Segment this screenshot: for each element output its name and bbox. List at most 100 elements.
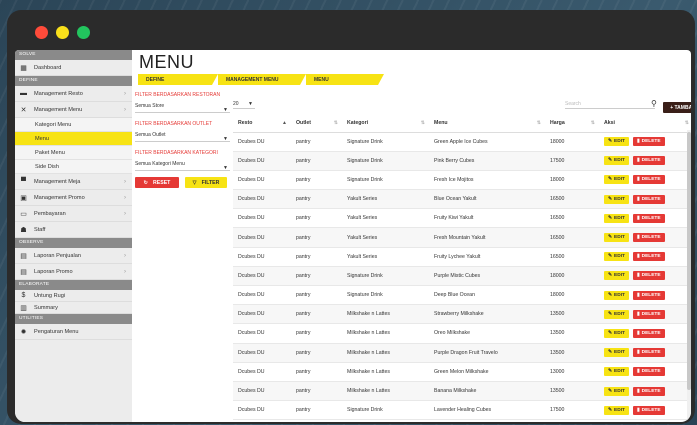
- filter-outlet-select[interactable]: Semua Outlet ▼: [135, 129, 230, 142]
- delete-button[interactable]: ▮ DELETE: [632, 175, 665, 185]
- filter-button[interactable]: ▽ FILTER: [185, 177, 227, 188]
- page-size-select[interactable]: 20 ▼: [233, 99, 255, 109]
- delete-button[interactable]: ▮ DELETE: [632, 213, 665, 223]
- table-header-row: Resto ▲ Outlet ⇅ Kategori ⇅ Menu ⇅ Harga ⇅ Ak…: [233, 115, 691, 133]
- edit-button[interactable]: ✎ EDIT: [604, 252, 629, 262]
- edit-button[interactable]: ✎ EDIT: [604, 233, 629, 243]
- edit-button[interactable]: ✎ EDIT: [604, 328, 629, 338]
- cell-harga: 16500: [545, 227, 599, 248]
- sidebar-item-label: Untung Rugi: [34, 292, 66, 299]
- search-input[interactable]: Search: [565, 99, 655, 109]
- cell-menu: Lavender Healing Cubes: [429, 400, 545, 421]
- edit-button[interactable]: ✎ EDIT: [604, 194, 629, 204]
- sidebar-item-untung-rugi[interactable]: $ Untung Rugi: [15, 290, 132, 302]
- sidebar-subitem-side-dish[interactable]: Side Dish: [15, 160, 132, 174]
- breadcrumb-management-menu[interactable]: MANAGEMENT MENU: [218, 74, 306, 85]
- sidebar-subitem-paket-menu[interactable]: Paket Menu: [15, 146, 132, 160]
- sidebar-item-dashboard[interactable]: ▦ Dashboard: [15, 60, 132, 76]
- delete-button[interactable]: ▮ DELETE: [632, 405, 665, 415]
- reset-button[interactable]: ↻ RESET: [135, 177, 179, 188]
- table-row: Dcubes DU pantry Yakult Series Blue Ocean Y…: [233, 189, 691, 210]
- cell-kategori: Milkshake n Lattes: [342, 323, 429, 344]
- sidebar-item-management-menu[interactable]: ✕ Management Menu ›: [15, 102, 132, 118]
- cell-harga: 13500: [545, 304, 599, 325]
- promo-icon: ▣: [20, 194, 27, 202]
- delete-button[interactable]: ▮ DELETE: [632, 367, 665, 377]
- sidebar-item-summary[interactable]: ▥ Summary: [15, 302, 132, 314]
- column-header-resto[interactable]: Resto ▲: [233, 115, 291, 133]
- add-button[interactable]: + TAMBAH: [663, 102, 691, 113]
- sidebar-item-pengaturan-menu[interactable]: ✹ Pengaturan Menu: [15, 324, 132, 340]
- edit-button[interactable]: ✎ EDIT: [604, 386, 629, 396]
- trash-icon: ▮: [636, 254, 640, 260]
- column-header-outlet[interactable]: Outlet ⇅: [291, 115, 342, 133]
- delete-button[interactable]: ▮ DELETE: [632, 137, 665, 147]
- delete-button[interactable]: ▮ DELETE: [632, 309, 665, 319]
- scrollbar[interactable]: [687, 130, 691, 420]
- delete-button[interactable]: ▮ DELETE: [632, 328, 665, 338]
- search-icon[interactable]: ⚲: [651, 99, 657, 108]
- column-header-harga[interactable]: Harga ⇅: [545, 115, 599, 133]
- close-dot[interactable]: [35, 26, 48, 39]
- cell-aksi: ✎ EDIT ▮ DELETE: [599, 247, 691, 267]
- filter-kategori-select[interactable]: Semua Kategori Menu ▼: [135, 158, 230, 171]
- breadcrumb-define[interactable]: DEFINE: [138, 74, 218, 85]
- sidebar-item-pembayaran[interactable]: ▭ Pembayaran ›: [15, 206, 132, 222]
- scrollbar-thumb[interactable]: [687, 132, 691, 390]
- edit-button[interactable]: ✎ EDIT: [604, 271, 629, 281]
- column-header-kategori[interactable]: Kategori ⇅: [342, 115, 429, 133]
- pencil-icon: ✎: [608, 235, 613, 241]
- sidebar-item-label: Management Promo: [34, 194, 85, 201]
- edit-button[interactable]: ✎ EDIT: [604, 290, 629, 300]
- sidebar-subitem-menu[interactable]: Menu: [15, 132, 132, 146]
- sidebar-item-laporan-penjualan[interactable]: ▤ Laporan Penjualan ›: [15, 248, 132, 264]
- sidebar-item-management-meja[interactable]: ▀ Management Meja ›: [15, 174, 132, 190]
- edit-button[interactable]: ✎ EDIT: [604, 309, 629, 319]
- edit-button[interactable]: ✎ EDIT: [604, 175, 629, 185]
- minimize-dot[interactable]: [56, 26, 69, 39]
- cell-menu: Purple Dragon Fruit Travelo: [429, 343, 545, 363]
- column-header-label: Resto: [238, 120, 253, 127]
- caret-down-icon: ▼: [223, 107, 228, 113]
- breadcrumb-menu: MENU: [306, 74, 384, 85]
- delete-button[interactable]: ▮ DELETE: [632, 252, 665, 262]
- sidebar: SOLVE ▦ Dashboard DEFINE ▬ Management Re…: [15, 50, 132, 422]
- delete-button[interactable]: ▮ DELETE: [632, 271, 665, 281]
- sidebar-item-management-resto[interactable]: ▬ Management Resto ›: [15, 86, 132, 102]
- sidebar-item-laporan-promo[interactable]: ▤ Laporan Promo ›: [15, 264, 132, 280]
- edit-button[interactable]: ✎ EDIT: [604, 137, 629, 147]
- edit-button[interactable]: ✎ EDIT: [604, 405, 629, 415]
- trash-icon: ▮: [636, 330, 640, 336]
- column-header-menu[interactable]: Menu ⇅: [429, 115, 545, 133]
- edit-button[interactable]: ✎ EDIT: [604, 156, 629, 166]
- cell-resto: Dcubes DU: [233, 247, 291, 267]
- maximize-dot[interactable]: [77, 26, 90, 39]
- delete-button[interactable]: ▮ DELETE: [632, 348, 665, 358]
- sidebar-item-staff[interactable]: ☗ Staff: [15, 222, 132, 238]
- edit-label: EDIT: [614, 254, 625, 260]
- filter-resto-select[interactable]: Semua Store ▼: [135, 100, 230, 113]
- cell-outlet: pantry: [291, 285, 342, 306]
- edit-button[interactable]: ✎ EDIT: [604, 348, 629, 358]
- delete-button[interactable]: ▮ DELETE: [632, 386, 665, 396]
- sidebar-item-management-promo[interactable]: ▣ Management Promo ›: [15, 190, 132, 206]
- delete-label: DELETE: [641, 235, 661, 241]
- delete-label: DELETE: [641, 139, 661, 145]
- cell-outlet: pantry: [291, 400, 342, 421]
- chart-icon: ▥: [20, 304, 27, 312]
- table-row: Dcubes DU pantry Yakult Series Fruity Lyche…: [233, 247, 691, 267]
- cell-aksi: ✎ EDIT ▮ DELETE: [599, 400, 691, 421]
- edit-button[interactable]: ✎ EDIT: [604, 213, 629, 223]
- delete-button[interactable]: ▮ DELETE: [632, 194, 665, 204]
- delete-button[interactable]: ▮ DELETE: [632, 233, 665, 243]
- delete-button[interactable]: ▮ DELETE: [632, 290, 665, 300]
- page-size-value: 20: [233, 101, 239, 107]
- delete-button[interactable]: ▮ DELETE: [632, 156, 665, 166]
- cell-harga: 18000: [545, 285, 599, 306]
- edit-label: EDIT: [614, 139, 625, 145]
- sidebar-item-label: Management Resto: [34, 90, 83, 97]
- delete-label: DELETE: [641, 215, 661, 221]
- edit-button[interactable]: ✎ EDIT: [604, 367, 629, 377]
- cell-kategori: Signature Drink: [342, 285, 429, 306]
- sidebar-subitem-kategori-menu[interactable]: Kategori Menu: [15, 118, 132, 132]
